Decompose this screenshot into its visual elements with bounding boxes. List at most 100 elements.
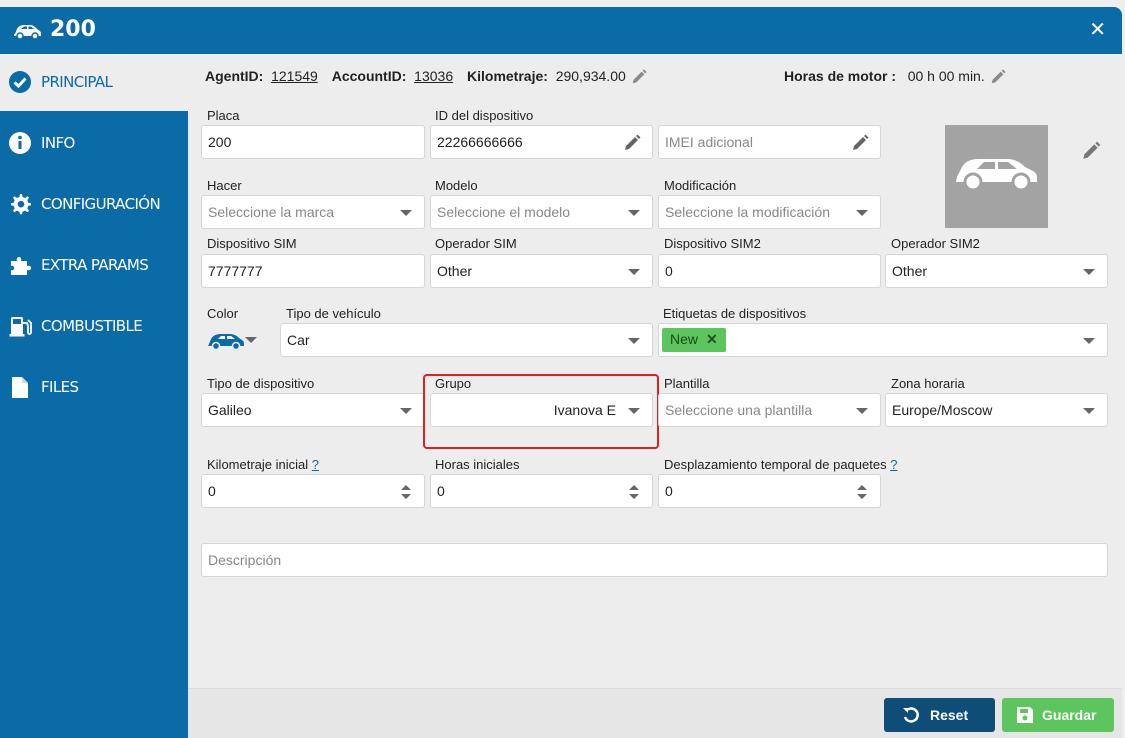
chevron-down-icon: [245, 337, 257, 343]
agent-id-link[interactable]: 121549: [271, 68, 318, 84]
zona-value: Europe/Moscow: [892, 402, 993, 418]
save-label: Guardar: [1042, 707, 1097, 723]
desplazamiento-stepper[interactable]: 0: [658, 474, 881, 508]
modificacion-select[interactable]: Seleccione la modificación: [658, 195, 881, 229]
sidebar-item-label: COMBUSTIBLE: [41, 317, 143, 335]
undo-icon: [903, 707, 919, 723]
sidebar-item-principal[interactable]: PRINCIPAL: [0, 54, 188, 111]
sim2-input[interactable]: 0: [658, 254, 881, 288]
sim-value: 7777777: [208, 263, 263, 279]
device-id-input[interactable]: 22266666666: [430, 125, 653, 159]
close-icon[interactable]: ✕: [1089, 17, 1106, 42]
dialog-header: 200 ✕: [0, 7, 1122, 54]
help-link[interactable]: ?: [890, 457, 897, 472]
marca-label: Hacer: [207, 178, 242, 193]
tipo-vehiculo-select[interactable]: Car: [280, 323, 653, 357]
mileage-value: 290,934.00: [555, 68, 626, 84]
modificacion-placeholder: Seleccione la modificación: [665, 204, 830, 220]
operador-sim-label: Operador SIM: [435, 236, 517, 251]
desplazamiento-value: 0: [665, 483, 673, 499]
engine-hours-label: Horas de motor :: [784, 68, 897, 84]
sim-label: Dispositivo SIM: [207, 236, 297, 251]
sidebar-item-combustible[interactable]: COMBUSTIBLE: [0, 298, 188, 355]
dialog-title: 200: [50, 17, 96, 42]
save-icon: [1017, 707, 1033, 723]
horas-iniciales-stepper[interactable]: 0: [430, 474, 653, 508]
tipo-dispositivo-label: Tipo de dispositivo: [207, 376, 315, 391]
grupo-highlight-box: [423, 374, 659, 449]
edit-photo-icon[interactable]: [1080, 140, 1102, 162]
chevron-down-icon: [628, 210, 640, 216]
km-inicial-value: 0: [208, 483, 216, 499]
stepper-arrows-icon[interactable]: [856, 483, 868, 501]
chevron-down-icon: [628, 269, 640, 275]
sim2-value: 0: [665, 263, 673, 279]
edit-imei-icon[interactable]: [850, 133, 870, 153]
imei-placeholder: IMEI adicional: [665, 134, 753, 150]
account-id-link[interactable]: 13036: [414, 68, 453, 84]
plantilla-placeholder: Seleccione una plantilla: [665, 402, 813, 418]
tag-chip: New ✕: [662, 328, 726, 352]
vehicle-photo: [945, 125, 1048, 228]
desplazamiento-label: Desplazamiento temporal de paquetes ?: [664, 457, 898, 472]
color-label: Color: [207, 306, 239, 321]
edit-engine-hours-icon[interactable]: [989, 68, 1007, 86]
horas-iniciales-value: 0: [437, 483, 445, 499]
km-inicial-stepper[interactable]: 0: [201, 474, 425, 508]
stepper-arrows-icon[interactable]: [400, 483, 412, 501]
chevron-down-icon: [400, 408, 412, 414]
modelo-select[interactable]: Seleccione el modelo: [430, 195, 653, 229]
chevron-down-icon: [1083, 269, 1095, 275]
tipo-dispositivo-value: Galileo: [208, 402, 252, 418]
chevron-down-icon: [1083, 408, 1095, 414]
horas-iniciales-label: Horas iniciales: [435, 457, 520, 472]
help-link[interactable]: ?: [312, 457, 319, 472]
sidebar-item-label: FILES: [41, 378, 79, 396]
descripcion-placeholder: Descripción: [208, 552, 282, 568]
car-icon: [14, 25, 41, 40]
tipo-dispositivo-select[interactable]: Galileo: [201, 393, 425, 427]
sidebar-item-configuracion[interactable]: CONFIGURACIÓN: [0, 176, 188, 233]
sidebar-item-info[interactable]: INFO: [0, 115, 188, 172]
device-id-label: ID del dispositivo: [435, 108, 534, 123]
modificacion-label: Modificación: [664, 178, 737, 193]
chevron-down-icon: [628, 338, 640, 344]
mileage-label: Kilometraje:: [467, 68, 548, 84]
sim2-label: Dispositivo SIM2: [664, 236, 761, 251]
color-picker[interactable]: [201, 323, 279, 357]
operador-sim-value: Other: [437, 263, 473, 279]
imei-input[interactable]: IMEI adicional: [658, 125, 881, 159]
info-icon: [9, 132, 31, 154]
car-icon: [956, 159, 1037, 191]
operador-sim2-select[interactable]: Other: [885, 254, 1108, 288]
operador-sim-select[interactable]: Other: [430, 254, 653, 288]
sidebar-item-label: EXTRA PARAMS: [41, 256, 149, 274]
sidebar: PRINCIPAL INFO CONFIGURACIÓN EXTRA PARAM…: [0, 54, 188, 738]
reset-button[interactable]: Reset: [884, 698, 995, 732]
chevron-down-icon: [856, 210, 868, 216]
fuel-icon: [9, 317, 32, 337]
sidebar-item-extra-params[interactable]: EXTRA PARAMS: [0, 237, 188, 294]
marca-select[interactable]: Seleccione la marca: [201, 195, 425, 229]
placa-input[interactable]: 200: [201, 125, 425, 159]
edit-mileage-icon[interactable]: [630, 68, 648, 86]
remove-tag-icon[interactable]: ✕: [706, 331, 718, 347]
etiquetas-select[interactable]: New ✕: [658, 323, 1108, 357]
tag-label: New: [670, 331, 699, 347]
save-button[interactable]: Guardar: [1002, 698, 1114, 732]
sidebar-item-files[interactable]: FILES: [0, 359, 188, 416]
sim-input[interactable]: 7777777: [201, 254, 425, 288]
zona-select[interactable]: Europe/Moscow: [885, 393, 1108, 427]
plantilla-select[interactable]: Seleccione una plantilla: [658, 393, 881, 427]
marca-placeholder: Seleccione la marca: [208, 204, 335, 220]
chevron-down-icon: [856, 408, 868, 414]
edit-device-id-icon[interactable]: [622, 133, 642, 153]
chevron-down-icon: [1083, 338, 1095, 344]
plantilla-label: Plantilla: [664, 376, 710, 391]
descripcion-textarea[interactable]: Descripción: [201, 543, 1108, 577]
stepper-arrows-icon[interactable]: [628, 483, 640, 501]
modelo-label: Modelo: [435, 178, 478, 193]
info-row: AgentID: 121549 AccountID: 13036 Kilomet…: [205, 68, 648, 86]
engine-hours-row: Horas de motor : 00 h 00 min.: [784, 68, 1007, 86]
tipo-vehiculo-label: Tipo de vehículo: [286, 306, 381, 321]
